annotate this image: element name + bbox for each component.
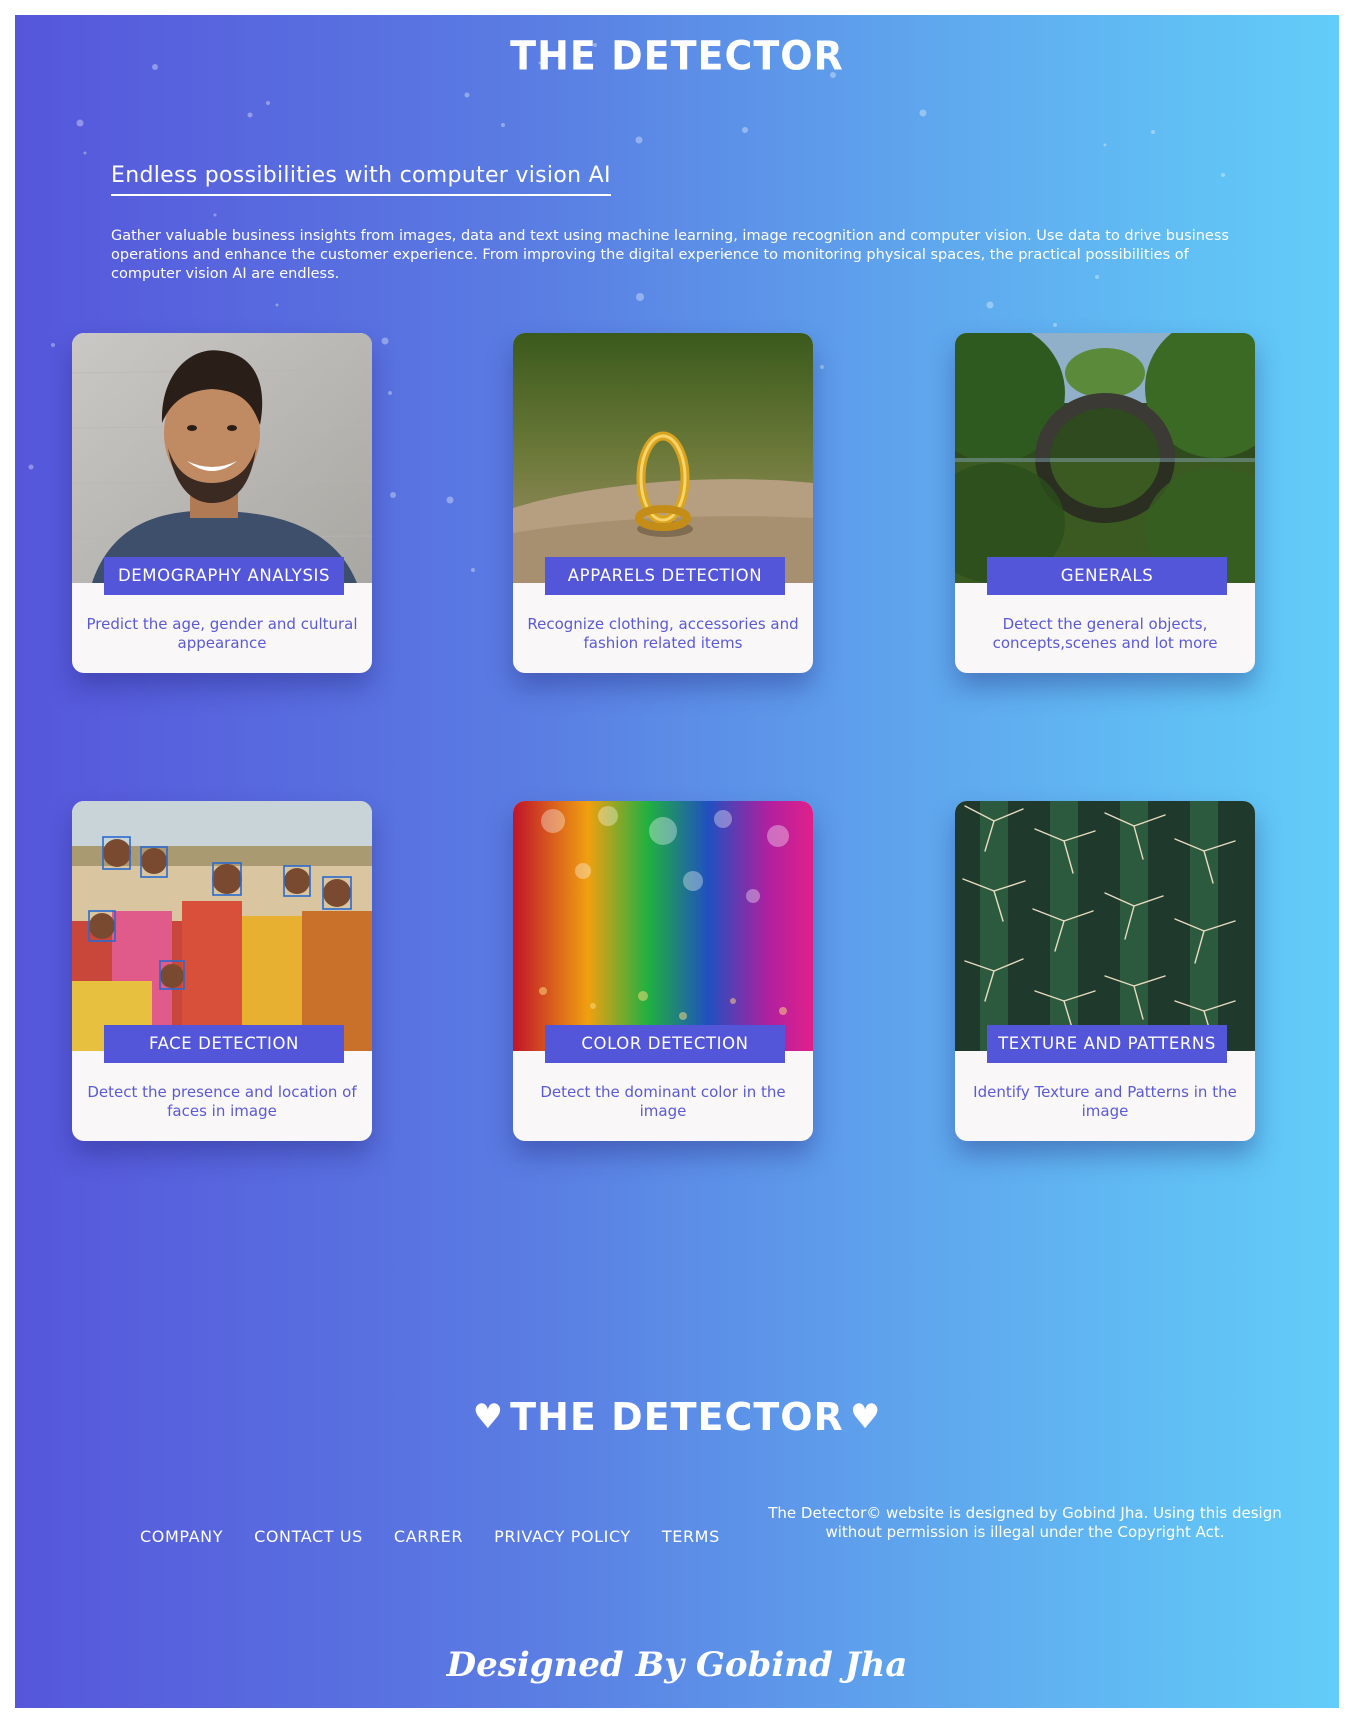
card-generals[interactable]: GENERALS Detect the general objects, con… <box>955 333 1255 673</box>
card-title: APPARELS DETECTION <box>545 557 785 595</box>
smiling-man-photo <box>72 333 372 583</box>
heart-icon: ♥ <box>472 1397 505 1437</box>
copyright-notice: The Detector© website is designed by Gob… <box>768 1504 1282 1541</box>
gold-ring-photo <box>513 333 813 583</box>
card-description: Predict the age, gender and cultural app… <box>86 615 358 652</box>
stone-bridge-lake-photo <box>955 333 1255 583</box>
hero-intro: Gather valuable business insights from i… <box>111 228 1229 282</box>
card-texture-and-patterns[interactable]: TEXTURE AND PATTERNS Identify Texture an… <box>955 801 1255 1141</box>
card-title: DEMOGRAPHY ANALYSIS <box>104 557 344 595</box>
cactus-spines-photo <box>955 801 1255 1051</box>
footer-logo[interactable]: ♥ THE DETECTOR ♥ <box>15 1395 1339 1439</box>
group-faces-photo <box>72 801 372 1051</box>
footer-link-privacy-policy[interactable]: PRIVACY POLICY <box>494 1527 631 1546</box>
page-background: THE DETECTOR Endless possibilities with … <box>15 15 1339 1708</box>
designer-signature: Designed By Gobind Jha <box>446 1645 908 1685</box>
heart-icon: ♥ <box>849 1397 882 1437</box>
rainbow-glitter-photo <box>513 801 813 1051</box>
card-face-detection[interactable]: FACE DETECTION Detect the presence and l… <box>72 801 372 1141</box>
footer-link-terms[interactable]: TERMS <box>662 1527 720 1546</box>
card-apparels-detection[interactable]: APPARELS DETECTION Recognize clothing, a… <box>513 333 813 673</box>
card-title: FACE DETECTION <box>104 1025 344 1063</box>
footer-nav: COMPANY CONTACT US CARRER PRIVACY POLICY… <box>140 1527 720 1546</box>
footer-logo-text: THE DETECTOR <box>510 1395 844 1439</box>
card-description: Detect the dominant color in the image <box>540 1083 786 1120</box>
hero-headline: Endless possibilities with computer visi… <box>111 163 611 196</box>
card-description: Detect the general objects, concepts,sce… <box>992 615 1218 652</box>
footer-link-contact-us[interactable]: CONTACT US <box>254 1527 363 1546</box>
card-description: Identify Texture and Patterns in the ima… <box>973 1083 1237 1120</box>
card-demography-analysis[interactable]: DEMOGRAPHY ANALYSIS Predict the age, gen… <box>72 333 372 673</box>
card-title: COLOR DETECTION <box>545 1025 785 1063</box>
site-logo[interactable]: THE DETECTOR <box>15 32 1339 80</box>
card-title: GENERALS <box>987 557 1227 595</box>
card-description: Recognize clothing, accessories and fash… <box>527 615 799 652</box>
logo-text: THE DETECTOR <box>510 32 844 80</box>
footer-link-carrer[interactable]: CARRER <box>394 1527 463 1546</box>
card-description: Detect the presence and location of face… <box>87 1083 357 1120</box>
card-color-detection[interactable]: COLOR DETECTION Detect the dominant colo… <box>513 801 813 1141</box>
card-title: TEXTURE AND PATTERNS <box>987 1025 1227 1063</box>
footer-link-company[interactable]: COMPANY <box>140 1527 223 1546</box>
